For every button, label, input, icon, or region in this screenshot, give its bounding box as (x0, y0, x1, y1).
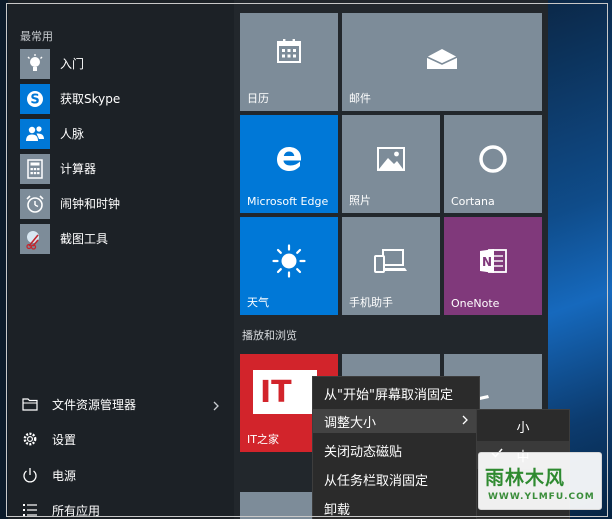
tile-label: 日历 (247, 92, 269, 105)
all-apps-button[interactable]: 所有应用 (20, 494, 230, 519)
menu-item-unpin-from-start[interactable]: 从"开始"屏幕取消固定 (313, 381, 479, 405)
watermark-url: WWW.YLMFU.COM (488, 492, 595, 502)
app-item-calculator[interactable]: 计算器 (20, 152, 228, 185)
app-item-alarms-clock[interactable]: 闹钟和时钟 (20, 187, 228, 220)
menu-item-uninstall[interactable]: 卸载 (313, 496, 479, 519)
power-label: 电源 (52, 468, 77, 483)
app-item-get-started[interactable]: 入门 (20, 47, 228, 80)
calendar-icon (275, 37, 303, 69)
tile-label: 照片 (349, 194, 371, 207)
watermark-title: 雨林木风 (485, 467, 566, 489)
tile-label: 邮件 (349, 92, 371, 105)
power-button[interactable]: 电源 (20, 459, 230, 491)
tile-mail[interactable]: 邮件 (342, 13, 542, 111)
tile-group-label: 播放和浏览 (242, 329, 297, 342)
settings-button[interactable]: 设置 (20, 423, 230, 455)
alarm-clock-icon (20, 188, 50, 219)
menu-item-turn-live-tile-off[interactable]: 关闭动态磁贴 (313, 438, 479, 462)
power-icon (20, 465, 40, 485)
calculator-icon (20, 153, 50, 184)
tile-label: Microsoft Edge (247, 195, 329, 208)
edge-icon (274, 144, 304, 178)
app-label: 获取Skype (60, 92, 121, 106)
app-label: 闹钟和时钟 (60, 197, 121, 211)
watermark-logo: 雨林木风 WWW.YLMFU.COM (478, 452, 602, 510)
start-menu-app-list: 最常用 入门 S 获取Skype 人脉 计算器 闹钟和时钟 截图工具 文件资源管… (8, 0, 234, 519)
ithome-logo-text: IT (260, 375, 292, 410)
resize-label: 调整大小 (324, 415, 377, 431)
app-item-snipping-tool[interactable]: 截图工具 (20, 222, 228, 255)
gear-icon (20, 429, 40, 449)
svg-text:S: S (30, 92, 39, 107)
tile-cortana[interactable]: Cortana (444, 115, 542, 213)
onenote-icon: N (477, 245, 509, 281)
menu-item-resize[interactable]: 调整大小 (313, 409, 479, 433)
chevron-right-icon[interactable] (212, 397, 220, 416)
skype-icon: S (20, 83, 50, 114)
tile-label: 手机助手 (349, 296, 393, 309)
tile-label: 天气 (247, 296, 269, 309)
chevron-right-icon (461, 414, 469, 430)
tile-label: IT之家 (247, 433, 279, 446)
tile-calendar[interactable]: 日历 (240, 13, 338, 111)
tile-photos[interactable]: 照片 (342, 115, 440, 213)
app-item-get-skype[interactable]: S 获取Skype (20, 82, 228, 115)
size-small[interactable]: 小 (477, 412, 569, 440)
tile-onenote[interactable]: N OneNote (444, 217, 542, 315)
tile-label: Cortana (451, 195, 495, 208)
most-used-heading: 最常用 (20, 30, 53, 43)
file-explorer-label: 文件资源管理器 (52, 397, 137, 412)
svg-text:N: N (482, 255, 492, 269)
tile-phone-companion[interactable]: 手机助手 (342, 217, 440, 315)
cortana-icon (477, 143, 509, 179)
all-apps-label: 所有应用 (52, 503, 101, 518)
tile-weather[interactable]: 天气 (240, 217, 338, 315)
tile-label: OneNote (451, 297, 500, 310)
sun-icon (271, 243, 307, 283)
photo-icon (376, 146, 406, 176)
app-label: 计算器 (60, 162, 97, 176)
list-icon (20, 500, 40, 519)
tile-context-menu: 从"开始"屏幕取消固定 调整大小 关闭动态磁贴 从任务栏取消固定 卸载 (312, 376, 480, 519)
app-label: 人脉 (60, 127, 85, 141)
people-icon (20, 118, 50, 149)
phone-laptop-icon (373, 247, 409, 279)
snipping-tool-icon (20, 223, 50, 254)
app-item-people[interactable]: 人脉 (20, 117, 228, 150)
mail-icon (425, 47, 459, 75)
file-explorer-button[interactable]: 文件资源管理器 (20, 388, 230, 420)
app-label: 入门 (60, 57, 85, 71)
app-label: 截图工具 (60, 232, 109, 246)
menu-item-unpin-from-taskbar[interactable]: 从任务栏取消固定 (313, 467, 479, 491)
folder-icon (20, 394, 40, 414)
lightbulb-icon (20, 48, 50, 79)
tile-microsoft-edge[interactable]: Microsoft Edge (240, 115, 338, 213)
settings-label: 设置 (52, 432, 77, 447)
